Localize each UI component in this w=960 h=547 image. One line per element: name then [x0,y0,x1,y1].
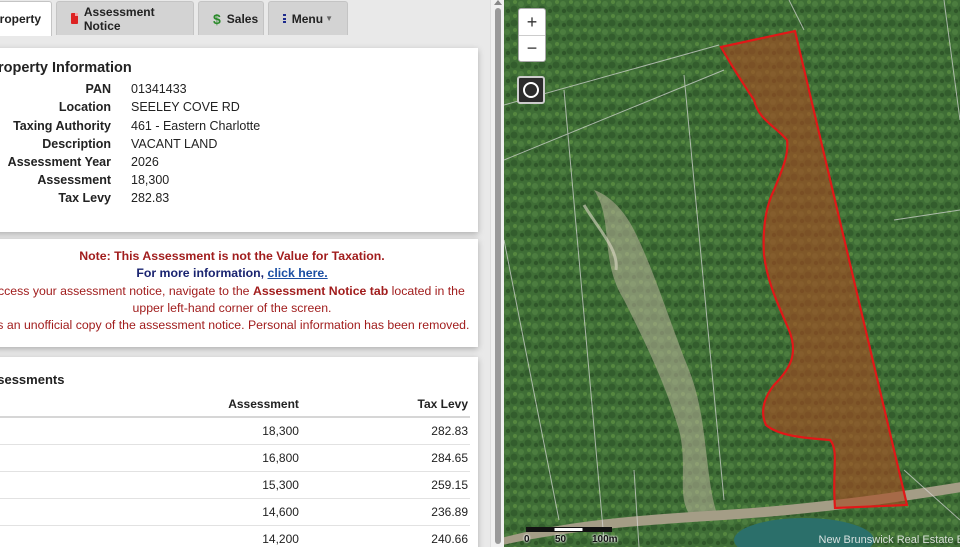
field-value: 01341433 [131,82,187,96]
pdf-icon [71,13,78,24]
note-instructions-tab: Assessment Notice tab [252,284,389,298]
scale-bar-graphic [526,527,612,532]
cell-assessment: 14,600 [50,498,299,526]
field-row-assessment: Assessment 18,300 [0,173,470,191]
tab-sales-label: Sales [226,11,259,26]
field-label: Tax Levy [58,191,111,205]
map-imagery [504,0,960,547]
field-label: Assessment Year [7,155,111,169]
field-label: PAN [85,82,111,96]
scale-label-100m: 100m [592,534,618,545]
note-instructions-cont: upper left-hand corner of the screen. [132,301,332,315]
note-instructions: access your assessment notice, navigate … [0,284,470,298]
tab-assessment-notice-label: Assessment Notice [83,4,155,33]
table-row: 3 14,600 236.89 [0,498,470,526]
table-row: 5 16,800 284.65 [0,444,470,472]
scale-label-50: 50 [555,534,567,545]
tab-sales[interactable]: $ Sales [198,1,264,35]
cell-tax-levy: 284.65 [298,444,470,472]
field-label: Taxing Authority [13,119,111,133]
crosshair-icon [523,82,539,98]
field-value: 461 - Eastern Charlotte [131,119,261,133]
field-row-pan: PAN 01341433 [0,82,470,100]
column-header-tax-levy: Tax Levy [298,392,470,418]
cell-assessment: 16,800 [50,444,299,472]
field-row-description: Description VACANT LAND [0,137,470,155]
cell-assessment: 18,300 [50,417,299,445]
field-value: SEELEY COVE RD [131,100,240,114]
field-label: Description [42,137,111,151]
cell-assessment: 14,200 [50,525,299,547]
table-header-row: Assessment Tax Levy [0,392,470,418]
table-row: 6 18,300 282.83 [0,417,470,445]
field-row-location: Location SEELEY COVE RD [0,100,470,118]
cell-tax-levy: 236.89 [298,498,470,526]
property-information-card: roperty Information PAN 01341433 Locatio… [0,48,478,232]
field-label: Assessment [37,173,111,187]
scroll-up-arrow-icon[interactable] [494,0,502,5]
cell-year: 2 [0,525,51,547]
table-row: 4 15,300 259.15 [0,471,470,499]
field-row-taxing-authority: Taxing Authority 461 - Eastern Charlotte [0,119,470,137]
assessments-table: Assessment Tax Levy 6 18,300 282.83 5 16… [0,392,470,547]
field-row-assessment-year: Assessment Year 2026 [0,155,470,173]
cell-year: 5 [0,444,51,472]
chevron-down-icon: ▼ [325,14,333,23]
field-value: 18,300 [131,173,170,187]
field-value: 282.83 [131,191,170,205]
tab-menu-label: Menu [291,11,324,26]
dollar-icon: $ [213,10,221,27]
property-panel: roperty Assessment Notice $ Sales Menu ▼… [0,0,490,547]
property-information-title: roperty Information [0,60,132,76]
column-header-year [0,392,51,418]
tab-bar: roperty Assessment Notice $ Sales Menu ▼ [0,0,348,36]
scale-label-0: 0 [524,534,530,545]
cell-tax-levy: 282.83 [298,417,470,445]
cell-tax-levy: 259.15 [298,471,470,499]
field-row-tax-levy: Tax Levy 282.83 [0,191,470,209]
column-header-assessment: Assessment [50,392,299,418]
note-more-info: For more information, click here. [0,266,474,280]
tab-menu[interactable]: Menu ▼ [268,1,348,35]
note-disclaimer: is an unofficial copy of the assessment … [0,318,470,332]
assessments-title: ssessments [0,372,65,387]
cell-year: 3 [0,498,51,526]
cell-assessment: 15,300 [50,471,299,499]
tab-property[interactable]: roperty [0,1,52,36]
cell-tax-levy: 240.66 [298,525,470,547]
zoom-in-button[interactable]: + [519,9,545,35]
field-label: Location [58,100,111,114]
assessments-card: ssessments Assessment Tax Levy 6 18,300 … [0,357,478,547]
cell-year: 6 [0,417,51,445]
field-value: 2026 [131,155,159,169]
zoom-out-button[interactable]: − [519,35,545,61]
cell-year: 4 [0,471,51,499]
table-row: 2 14,200 240.66 [0,525,470,547]
tab-assessment-notice[interactable]: Assessment Notice [56,1,194,35]
map-attribution: New Brunswick Real Estate B [818,534,960,546]
locate-button[interactable] [517,76,545,104]
zoom-control: + − [518,8,546,62]
click-here-link[interactable]: click here. [268,266,328,280]
scrollbar-thumb[interactable] [495,8,501,544]
satellite-map[interactable]: + − 0 50 100m New Brunswick Real Estate … [504,0,960,547]
tab-property-label: roperty [0,12,41,26]
field-value: VACANT LAND [131,137,218,151]
panel-scrollbar[interactable] [490,0,504,547]
note-warning: Note: This Assessment is not the Value f… [79,249,385,263]
note-instructions-prefix: access your assessment notice, navigate … [0,284,253,298]
note-instructions-suffix: located in the [388,284,465,298]
menu-icon [283,14,286,23]
assessment-note-card: Note: This Assessment is not the Value f… [0,239,478,347]
note-more-info-text: For more information, [136,266,268,280]
